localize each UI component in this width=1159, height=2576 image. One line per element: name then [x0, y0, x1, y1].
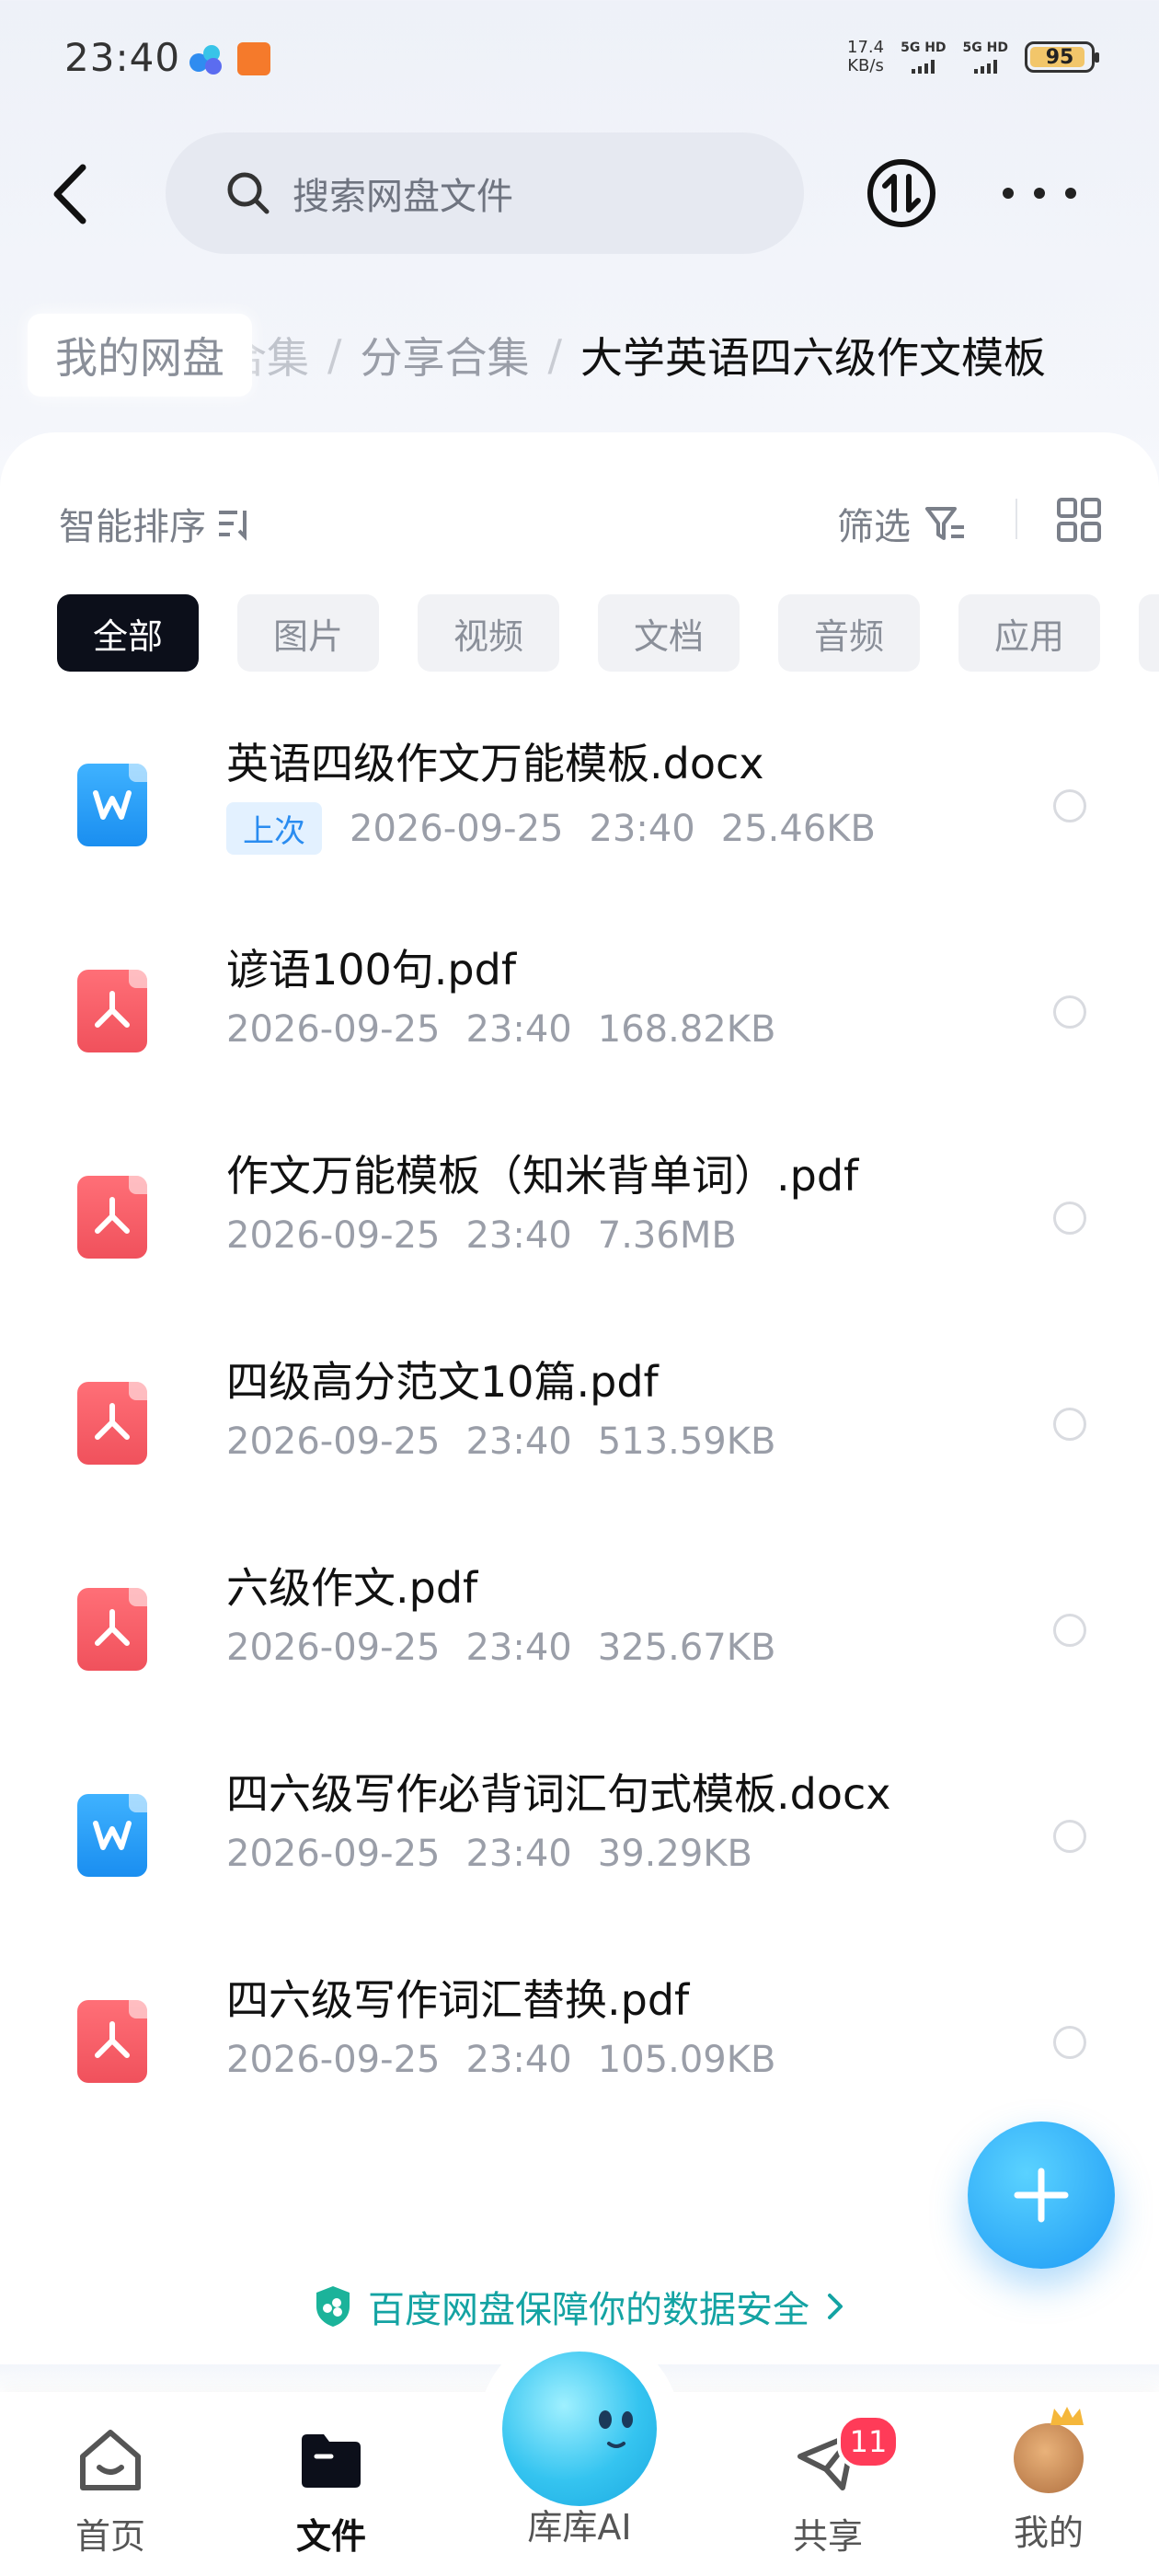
select-radio[interactable]	[1053, 1202, 1086, 1235]
store-app-icon	[237, 42, 270, 75]
nav-share[interactable]: 共享 11	[754, 2414, 901, 2559]
signal-sim1-icon: 5G HD	[901, 40, 947, 74]
more-icon[interactable]	[1003, 171, 1076, 215]
pdf-file-icon	[77, 1382, 147, 1465]
grid-view-icon[interactable]	[1056, 497, 1102, 543]
file-name: 谚语100句.pdf	[226, 945, 517, 995]
file-name: 六级作文.pdf	[226, 1563, 478, 1613]
file-meta: 2026-09-25 23:40 7.36MB	[226, 1214, 737, 1257]
battery-icon: 95	[1025, 41, 1099, 73]
chip-overflow[interactable]	[1139, 594, 1159, 672]
pdf-file-icon	[77, 1176, 147, 1259]
word-file-icon	[77, 764, 147, 846]
pdf-file-icon	[77, 1588, 147, 1671]
breadcrumb-root[interactable]: 我的网盘	[28, 314, 252, 397]
pdf-file-icon	[77, 970, 147, 1052]
category-chips: 全部 图片 视频 文档 音频 应用	[57, 594, 1100, 672]
security-text: 百度网盘保障你的数据安全	[368, 2289, 809, 2331]
avatar	[1014, 2407, 1084, 2493]
select-radio[interactable]	[1053, 2026, 1086, 2059]
back-icon[interactable]	[46, 162, 101, 226]
filter-button[interactable]: 筛选	[837, 497, 968, 550]
file-name: 作文万能模板（知米背单词）.pdf	[226, 1151, 859, 1201]
filter-icon	[925, 507, 964, 540]
sort-button[interactable]: 智能排序	[59, 497, 252, 550]
file-row[interactable]: 四六级写作必背词汇句式模板.docx 2026-09-25 23:40 39.2…	[0, 1730, 1159, 1936]
breadcrumb-separator: /	[547, 330, 563, 380]
nav-home[interactable]: 首页	[37, 2423, 184, 2559]
share-badge: 11	[837, 2414, 900, 2469]
file-row[interactable]: 四六级写作词汇替换.pdf 2026-09-25 23:40 105.09KB	[0, 1936, 1159, 2142]
pdf-file-icon	[77, 2000, 147, 2083]
select-radio[interactable]	[1053, 1614, 1086, 1647]
chip-videos[interactable]: 视频	[418, 594, 559, 672]
chip-apps[interactable]: 应用	[958, 594, 1100, 672]
security-banner[interactable]: 百度网盘保障你的数据安全	[0, 2280, 1159, 2333]
select-radio[interactable]	[1053, 995, 1086, 1029]
home-icon	[80, 2430, 141, 2490]
network-speed: 17.4 KB/s	[847, 38, 885, 75]
file-meta: 2026-09-25 23:40 39.29KB	[226, 1833, 752, 1875]
select-radio[interactable]	[1053, 1820, 1086, 1853]
filter-label: 筛选	[837, 506, 911, 548]
search-placeholder: 搜索网盘文件	[293, 176, 513, 218]
breadcrumb: 我的网盘 合集 / 分享合集 / 大学英语四六级作文模板	[28, 314, 1046, 397]
plus-icon	[1014, 2168, 1069, 2223]
ai-mascot-icon	[599, 2410, 633, 2448]
breadcrumb-separator: /	[327, 330, 342, 380]
file-meta: 2026-09-25 23:40 513.59KB	[226, 1420, 776, 1463]
chip-images[interactable]: 图片	[237, 594, 379, 672]
transfer-icon[interactable]	[865, 156, 938, 230]
chip-all[interactable]: 全部	[57, 594, 199, 672]
chevron-right-icon	[828, 2294, 843, 2319]
toolbar-divider	[1016, 499, 1017, 539]
folder-icon	[302, 2434, 361, 2488]
select-radio[interactable]	[1053, 789, 1086, 822]
file-row[interactable]: 作文万能模板（知米背单词）.pdf 2026-09-25 23:40 7.36M…	[0, 1111, 1159, 1317]
ai-assistant-button[interactable]	[502, 2352, 657, 2506]
file-meta: 2026-09-25 23:40 105.09KB	[226, 2039, 776, 2081]
select-radio[interactable]	[1053, 1408, 1086, 1441]
file-name: 四六级写作必背词汇句式模板.docx	[226, 1769, 891, 1819]
word-file-icon	[77, 1794, 147, 1877]
nav-me[interactable]: 我的	[975, 2407, 1122, 2555]
shield-icon	[316, 2286, 350, 2327]
status-indicators: 17.4 KB/s 5G HD 5G HD 95	[847, 38, 1099, 75]
status-time: 23:40	[64, 35, 181, 80]
file-row[interactable]: 四级高分范文10篇.pdf 2026-09-25 23:40 513.59KB	[0, 1317, 1159, 1524]
signal-sim2-icon: 5G HD	[963, 40, 1008, 74]
file-meta: 2026-09-25 23:40 325.67KB	[226, 1627, 776, 1669]
chip-documents[interactable]: 文档	[598, 594, 740, 672]
search-input[interactable]: 搜索网盘文件	[166, 132, 804, 254]
crown-icon	[1050, 2407, 1084, 2425]
file-row[interactable]: 英语四级作文万能模板.docx 上次 2026-09-25 23:40 25.4…	[0, 699, 1159, 905]
nav-ai-label: 库库AI	[527, 2507, 632, 2547]
add-button[interactable]	[968, 2122, 1115, 2269]
breadcrumb-middle[interactable]: 分享合集	[361, 325, 530, 385]
file-row[interactable]: 六级作文.pdf 2026-09-25 23:40 325.67KB	[0, 1524, 1159, 1730]
file-row[interactable]: 谚语100句.pdf 2026-09-25 23:40 168.82KB	[0, 905, 1159, 1111]
cloud-app-icon	[189, 45, 222, 75]
chip-audio[interactable]: 音频	[778, 594, 920, 672]
file-name: 英语四级作文万能模板.docx	[226, 739, 764, 788]
search-icon	[227, 172, 270, 214]
breadcrumb-current: 大学英语四六级作文模板	[580, 333, 1046, 383]
sort-icon	[219, 511, 247, 541]
sort-label: 智能排序	[59, 506, 206, 548]
file-meta: 上次 2026-09-25 23:40 25.46KB	[226, 802, 876, 855]
nav-files[interactable]: 文件	[258, 2423, 405, 2559]
recent-badge: 上次	[226, 802, 322, 855]
file-name: 四级高分范文10篇.pdf	[226, 1357, 659, 1407]
file-meta: 2026-09-25 23:40 168.82KB	[226, 1008, 776, 1051]
file-name: 四六级写作词汇替换.pdf	[226, 1975, 690, 2025]
